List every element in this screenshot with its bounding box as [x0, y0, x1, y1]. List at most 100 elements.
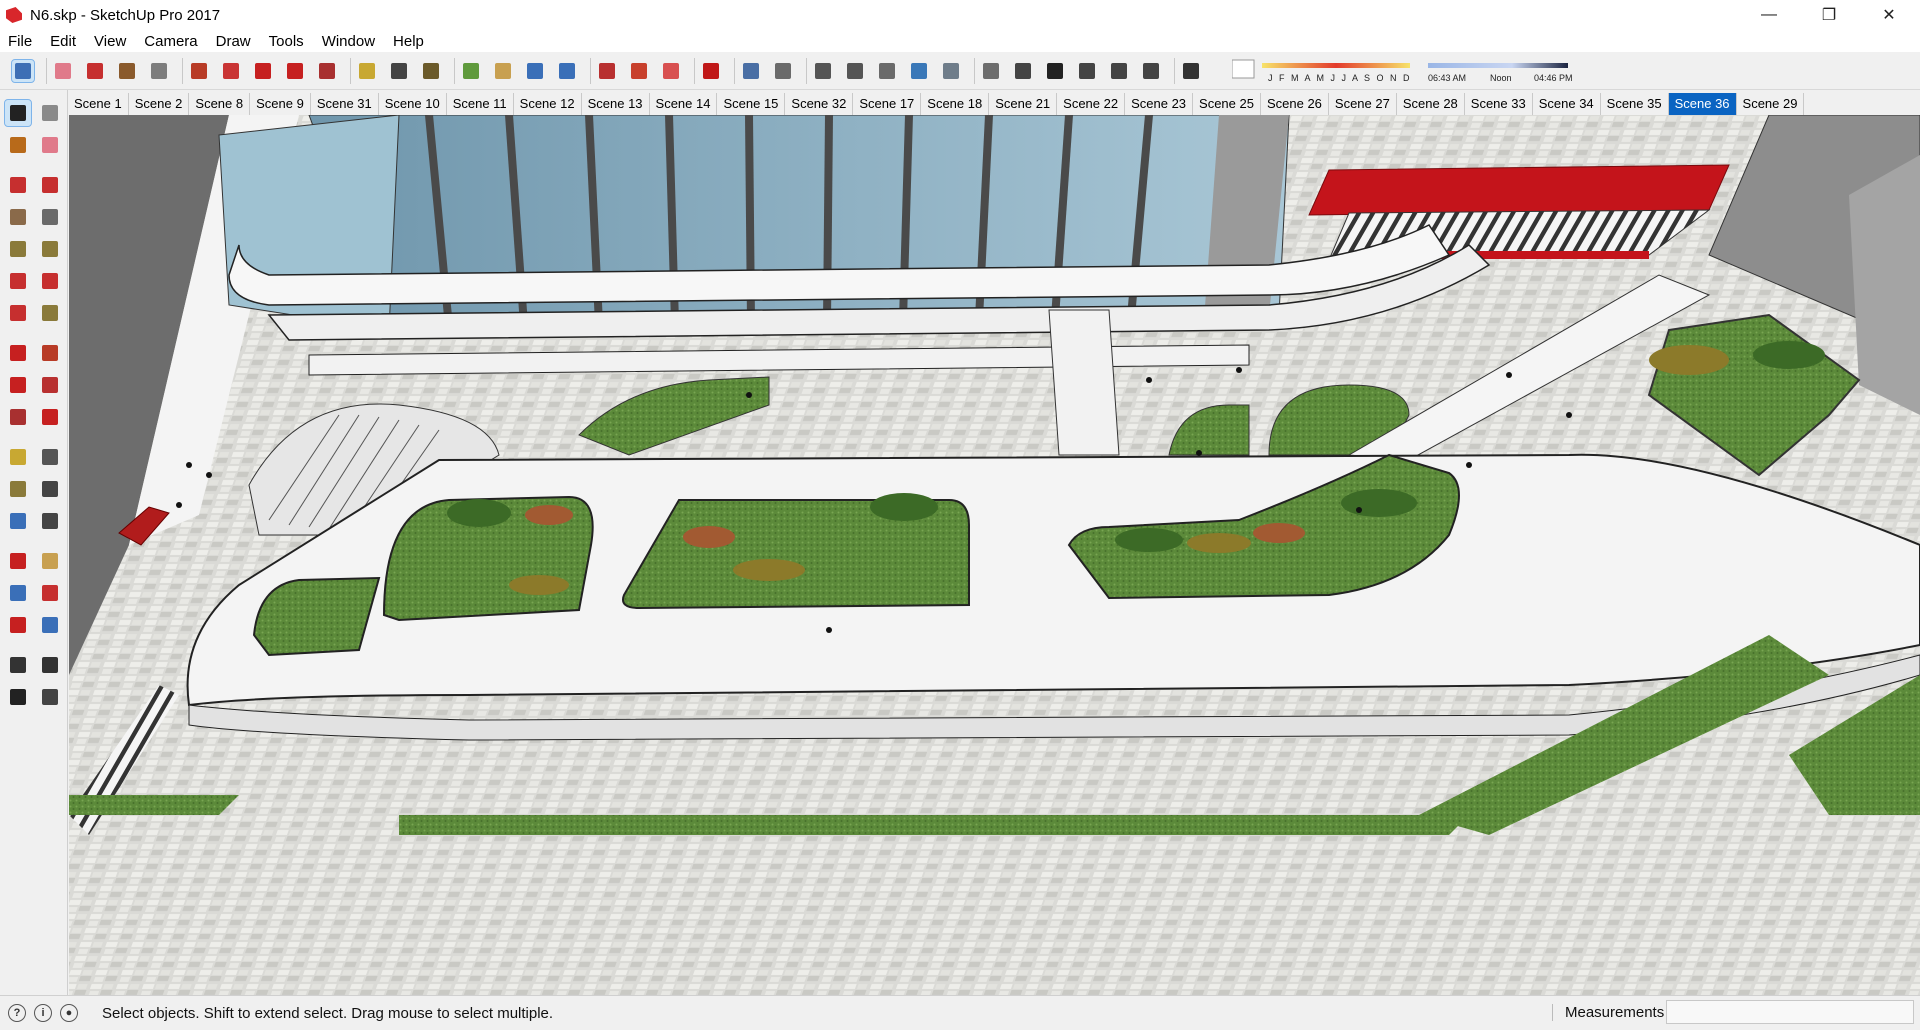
- scene-tab[interactable]: Scene 1: [68, 93, 129, 115]
- maximize-button[interactable]: ❐: [1806, 0, 1852, 30]
- line-tool[interactable]: [5, 172, 31, 198]
- rotate-button[interactable]: [284, 60, 306, 82]
- layout-button[interactable]: [660, 60, 682, 82]
- freehand-tool[interactable]: [37, 172, 63, 198]
- scene-tab[interactable]: Scene 33: [1465, 93, 1533, 115]
- xray-button[interactable]: [740, 60, 762, 82]
- scene-tab[interactable]: Scene 2: [129, 93, 190, 115]
- section-plane-tool[interactable]: [37, 684, 63, 710]
- scene-tab[interactable]: Scene 10: [379, 93, 447, 115]
- scene-tab[interactable]: Scene 28: [1397, 93, 1465, 115]
- 3d-warehouse-button[interactable]: [596, 60, 618, 82]
- month-slider[interactable]: [1262, 63, 1410, 68]
- rotated-rectangle-tool[interactable]: [37, 204, 63, 230]
- shadows-toggle-icon[interactable]: [1232, 59, 1255, 79]
- zoom-extents-tool[interactable]: [5, 612, 31, 638]
- zoom-extents-button[interactable]: [556, 60, 578, 82]
- menu-view[interactable]: View: [85, 33, 135, 50]
- scene-tab[interactable]: Scene 36: [1668, 93, 1737, 115]
- shaded-textures-button[interactable]: [908, 60, 930, 82]
- 3d-text-tool[interactable]: [37, 508, 63, 534]
- arc-tool[interactable]: [5, 268, 31, 294]
- zoom-window-tool[interactable]: [37, 580, 63, 606]
- close-button[interactable]: ✕: [1866, 0, 1912, 30]
- protractor-tool[interactable]: [5, 476, 31, 502]
- arc-button[interactable]: [116, 60, 138, 82]
- two-point-arc-tool[interactable]: [37, 268, 63, 294]
- menu-camera[interactable]: Camera: [135, 33, 206, 50]
- rotate-tool[interactable]: [5, 372, 31, 398]
- pan-tool[interactable]: [37, 548, 63, 574]
- offset-tool[interactable]: [37, 404, 63, 430]
- menu-tools[interactable]: Tools: [260, 33, 313, 50]
- front-view-button[interactable]: [1044, 60, 1066, 82]
- polygon-tool[interactable]: [37, 236, 63, 262]
- rectangle-button[interactable]: [148, 60, 170, 82]
- walk-tool[interactable]: [5, 684, 31, 710]
- scene-tab[interactable]: Scene 12: [514, 93, 582, 115]
- text-button[interactable]: [388, 60, 410, 82]
- tape-measure-tool[interactable]: [5, 444, 31, 470]
- minimize-button[interactable]: —: [1746, 0, 1792, 30]
- scene-tab[interactable]: Scene 32: [785, 93, 854, 115]
- menu-file[interactable]: File: [0, 33, 41, 50]
- scene-tab[interactable]: Scene 13: [582, 93, 650, 115]
- dimension-tool[interactable]: [37, 444, 63, 470]
- push-pull-tool[interactable]: [37, 340, 63, 366]
- scene-tab[interactable]: Scene 25: [1193, 93, 1261, 115]
- text-tool[interactable]: [37, 476, 63, 502]
- scene-tab[interactable]: Scene 23: [1125, 93, 1194, 115]
- scene-tab[interactable]: Scene 31: [311, 93, 379, 115]
- follow-me-button[interactable]: [220, 60, 242, 82]
- shadows-button[interactable]: [1180, 60, 1202, 82]
- pan-button[interactable]: [492, 60, 514, 82]
- rectangle-tool[interactable]: [5, 204, 31, 230]
- look-around-tool[interactable]: [37, 652, 63, 678]
- user-account-icon[interactable]: ●: [60, 1004, 78, 1022]
- make-component-tool[interactable]: [37, 100, 63, 126]
- scene-tab[interactable]: Scene 11: [447, 93, 514, 115]
- left-view-button[interactable]: [1140, 60, 1162, 82]
- scene-tab[interactable]: Scene 9: [250, 93, 311, 115]
- scene-tab[interactable]: Scene 21: [989, 93, 1058, 115]
- back-view-button[interactable]: [1108, 60, 1130, 82]
- geo-location-icon[interactable]: ?: [8, 1004, 26, 1022]
- scene-tab[interactable]: Scene 26: [1261, 93, 1329, 115]
- measurements-input[interactable]: [1666, 1000, 1914, 1024]
- top-view-button[interactable]: [1012, 60, 1034, 82]
- scene-tab[interactable]: Scene 14: [650, 93, 718, 115]
- menu-window[interactable]: Window: [313, 33, 384, 50]
- previous-view-tool[interactable]: [37, 612, 63, 638]
- zoom-tool[interactable]: [5, 580, 31, 606]
- select-button[interactable]: [11, 59, 35, 83]
- scale-tool[interactable]: [5, 404, 31, 430]
- line-button[interactable]: [84, 60, 106, 82]
- right-view-button[interactable]: [1076, 60, 1098, 82]
- move-button[interactable]: [252, 60, 274, 82]
- orbit-button[interactable]: [460, 60, 482, 82]
- circle-tool[interactable]: [5, 236, 31, 262]
- orbit-tool[interactable]: [5, 548, 31, 574]
- zoom-button[interactable]: [524, 60, 546, 82]
- position-camera-tool[interactable]: [5, 652, 31, 678]
- scene-tab[interactable]: Scene 35: [1601, 93, 1669, 115]
- menu-draw[interactable]: Draw: [207, 33, 260, 50]
- iso-view-button[interactable]: [980, 60, 1002, 82]
- extension-warehouse-button[interactable]: [628, 60, 650, 82]
- select-tool[interactable]: [4, 99, 32, 127]
- paint-bucket-tool[interactable]: [5, 132, 31, 158]
- monochrome-button[interactable]: [940, 60, 962, 82]
- move-tool[interactable]: [5, 340, 31, 366]
- scene-tab[interactable]: Scene 8: [189, 93, 251, 115]
- shaded-button[interactable]: [876, 60, 898, 82]
- 3d-viewport[interactable]: [69, 115, 1920, 995]
- eraser-button[interactable]: [52, 60, 74, 82]
- hidden-line-button[interactable]: [844, 60, 866, 82]
- push-pull-button[interactable]: [188, 60, 210, 82]
- follow-me-tool[interactable]: [37, 372, 63, 398]
- paint-bucket-button[interactable]: [420, 60, 442, 82]
- menu-help[interactable]: Help: [384, 33, 433, 50]
- scene-tab[interactable]: Scene 29: [1737, 93, 1805, 115]
- credits-icon[interactable]: i: [34, 1004, 52, 1022]
- tape-measure-button[interactable]: [356, 60, 378, 82]
